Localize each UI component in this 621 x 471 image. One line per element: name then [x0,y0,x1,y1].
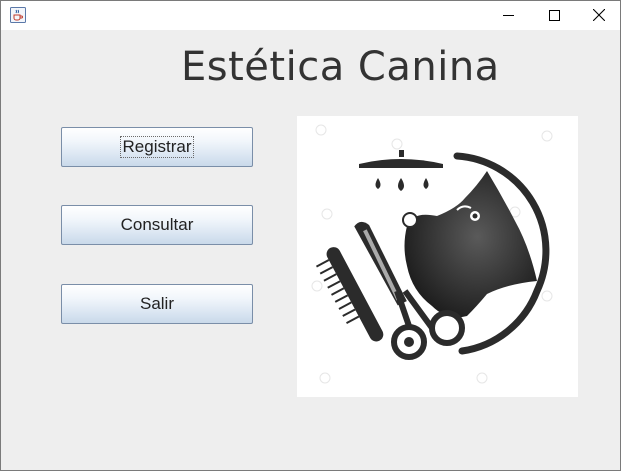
java-cup-icon [10,7,26,23]
maximize-button[interactable] [531,1,577,30]
minimize-icon [502,6,514,25]
close-button[interactable] [576,1,621,30]
dog-grooming-logo [297,116,578,397]
main-panel: Estética Canina Registrar Consultar Sali… [1,30,620,470]
page-title: Estética Canina [181,44,500,90]
minimize-button[interactable] [485,1,531,30]
close-icon [592,6,606,25]
title-bar[interactable] [1,1,620,30]
exit-button-label: Salir [139,294,174,313]
register-button-label: Registrar [119,136,195,158]
register-button[interactable]: Registrar [61,127,253,167]
app-window: Estética Canina Registrar Consultar Sali… [0,0,621,471]
maximize-icon [548,6,560,25]
exit-button[interactable]: Salir [61,284,253,324]
consult-button-label: Consultar [120,215,194,234]
consult-button[interactable]: Consultar [61,205,253,245]
